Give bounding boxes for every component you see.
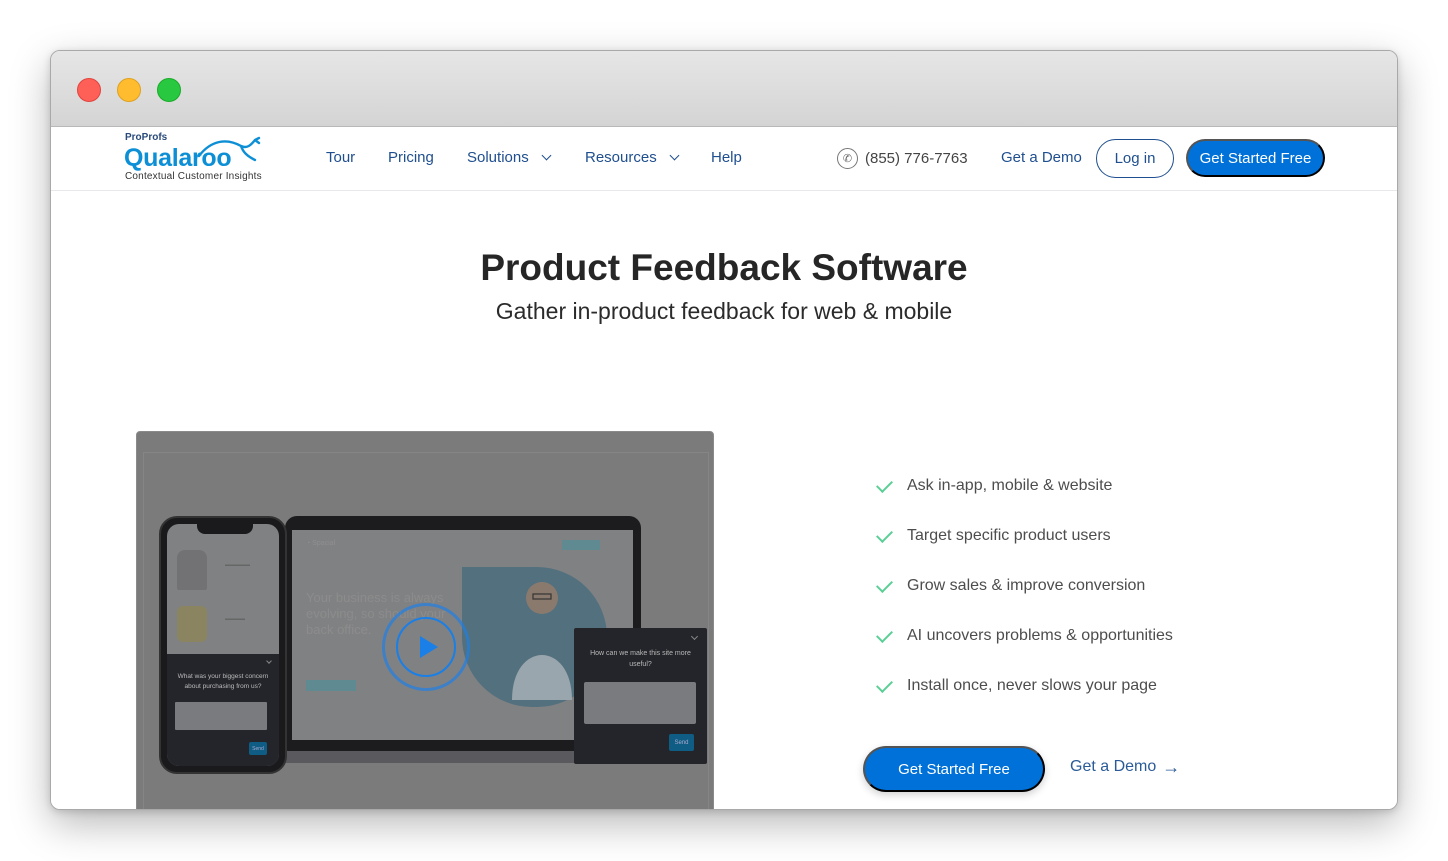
mock-site-logo: ◔ Spacial	[306, 540, 336, 547]
feature-text: Target specific product users	[907, 527, 1111, 544]
screen: ProProfs Qualaroo Contextual Customer In…	[0, 0, 1448, 861]
chevron-down-icon	[669, 150, 680, 161]
phone-number: (855) 776-7763	[865, 150, 968, 167]
nav-pricing-label: Pricing	[388, 149, 434, 166]
nav-resources[interactable]: Resources	[585, 149, 680, 166]
chevron-down-icon	[266, 658, 272, 664]
top-navigation: ProProfs Qualaroo Contextual Customer In…	[51, 127, 1397, 191]
popup-send: Send	[669, 734, 694, 751]
webpage: ProProfs Qualaroo Contextual Customer In…	[51, 127, 1397, 810]
product-name: ▬▬▬▬▬	[225, 562, 250, 568]
login-button[interactable]: Log in	[1096, 139, 1174, 178]
checkmark-icon	[876, 525, 893, 543]
play-icon	[419, 636, 438, 658]
nav-help[interactable]: Help	[711, 149, 742, 166]
window-titlebar	[51, 51, 1397, 127]
nav-resources-label: Resources	[585, 149, 657, 166]
feature-text: Grow sales & improve conversion	[907, 577, 1146, 594]
feature-item: Ask in-app, mobile & website	[875, 475, 1215, 497]
feature-item: Target specific product users	[875, 525, 1215, 547]
phone-screen: ▬▬▬▬▬ ▬▬▬▬ What was your biggest concern…	[167, 524, 279, 766]
chair-image	[177, 606, 207, 642]
nav-tour[interactable]: Tour	[326, 149, 355, 166]
close-window-button[interactable]	[77, 78, 101, 102]
qualaroo-logo[interactable]: ProProfs Qualaroo Contextual Customer In…	[124, 132, 275, 186]
play-icon-ring	[396, 617, 456, 677]
checkmark-icon	[876, 625, 893, 643]
chat-widget-icon[interactable]	[1319, 807, 1369, 810]
logo-tagline: Contextual Customer Insights	[125, 171, 262, 182]
nav-solutions[interactable]: Solutions	[467, 149, 552, 166]
chevron-down-icon	[541, 150, 552, 161]
phone-mockup: ▬▬▬▬▬ ▬▬▬▬ What was your biggest concern…	[159, 516, 287, 774]
play-button[interactable]	[382, 603, 470, 691]
get-a-demo-link[interactable]: Get a Demo →	[1070, 758, 1180, 776]
kangaroo-icon	[197, 136, 261, 162]
nav-get-started-button[interactable]: Get Started Free	[1186, 139, 1325, 177]
phone-survey: What was your biggest concern about purc…	[167, 654, 279, 766]
nav-get-demo-link[interactable]: Get a Demo	[1001, 149, 1082, 166]
person-illustration	[512, 582, 572, 700]
get-a-demo-label: Get a Demo	[1070, 758, 1157, 775]
nav-pricing[interactable]: Pricing	[388, 149, 434, 166]
nav-solutions-label: Solutions	[467, 149, 529, 166]
phone-icon: ✆	[837, 148, 858, 169]
feature-text: Install once, never slows your page	[907, 677, 1157, 694]
phone-survey-input	[175, 702, 267, 730]
browser-window: ProProfs Qualaroo Contextual Customer In…	[50, 50, 1398, 810]
phone-survey-send: Send	[249, 742, 267, 755]
mock-site-button	[562, 540, 600, 550]
mock-site-cta	[306, 680, 356, 691]
page-title: Product Feedback Software	[480, 247, 968, 288]
page-subtitle: Gather in-product feedback for web & mob…	[495, 298, 953, 324]
feature-item: AI uncovers problems & opportunities	[875, 625, 1215, 647]
nav-help-label: Help	[711, 149, 742, 166]
feature-item: Install once, never slows your page	[875, 675, 1215, 697]
feedback-popup: How can we make this site more useful? S…	[574, 628, 707, 764]
maximize-window-button[interactable]	[157, 78, 181, 102]
feature-text: Ask in-app, mobile & website	[907, 477, 1113, 494]
logo-proprofs-text: ProProfs	[125, 132, 168, 143]
popup-question: How can we make this site more useful?	[590, 650, 691, 668]
minimize-window-button[interactable]	[117, 78, 141, 102]
chevron-down-icon	[690, 632, 699, 641]
phone-notch	[197, 524, 253, 534]
checkmark-icon	[876, 675, 893, 693]
nav-tour-label: Tour	[326, 149, 356, 166]
arrow-right-icon: →	[1162, 757, 1181, 777]
product-name: ▬▬▬▬	[225, 616, 245, 622]
feature-text: AI uncovers problems & opportunities	[907, 627, 1173, 644]
chair-image	[177, 550, 207, 590]
phone-link[interactable]: ✆ (855) 776-7763	[837, 148, 968, 169]
popup-input	[584, 682, 696, 724]
checkmark-icon	[876, 475, 893, 493]
checkmark-icon	[876, 575, 893, 593]
product-video[interactable]: ◔ Spacial Your business is always evolvi…	[136, 431, 714, 809]
get-started-free-button[interactable]: Get Started Free	[863, 746, 1045, 792]
phone-survey-question: What was your biggest concern about purc…	[177, 673, 269, 690]
feature-item: Grow sales & improve conversion	[875, 575, 1215, 597]
